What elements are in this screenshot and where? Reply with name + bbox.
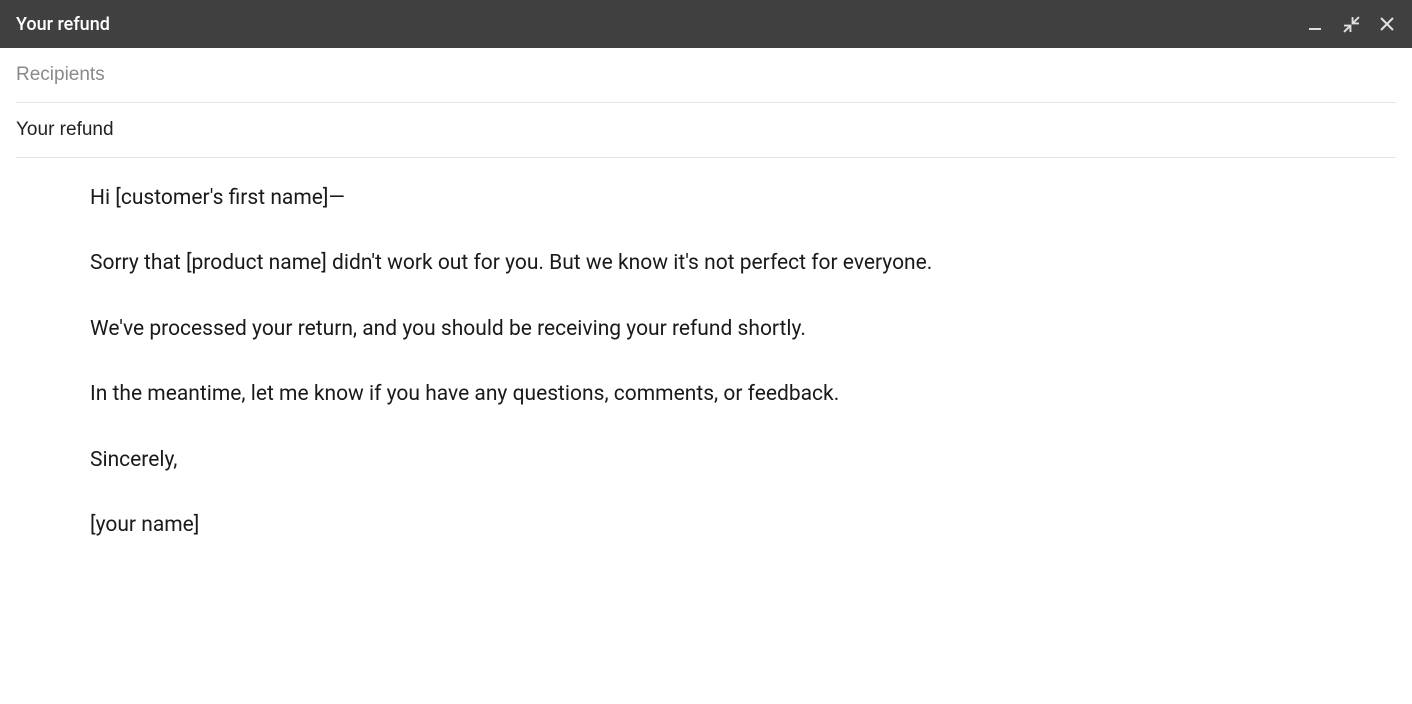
recipients-input[interactable] <box>16 64 1396 86</box>
subject-row <box>16 103 1396 158</box>
body-paragraph: Sorry that [product name] didn't work ou… <box>90 249 1412 278</box>
close-icon[interactable] <box>1378 15 1396 33</box>
compose-title: Your refund <box>16 14 110 35</box>
body-paragraph: Sincerely, <box>90 446 1412 475</box>
body-paragraph: In the meantime, let me know if you have… <box>90 380 1412 409</box>
compose-header: Your refund <box>0 0 1412 48</box>
recipients-row <box>16 48 1396 103</box>
minimize-icon[interactable] <box>1306 15 1324 33</box>
collapse-icon[interactable] <box>1342 15 1360 33</box>
body-paragraph: [your name] <box>90 511 1412 540</box>
email-body[interactable]: Hi [customer's first name]— Sorry that [… <box>0 158 1412 540</box>
body-paragraph: Hi [customer's first name]— <box>90 184 1412 213</box>
window-controls <box>1306 15 1396 33</box>
subject-input[interactable] <box>16 119 1396 141</box>
body-paragraph: We've processed your return, and you sho… <box>90 315 1412 344</box>
compose-fields <box>0 48 1412 158</box>
